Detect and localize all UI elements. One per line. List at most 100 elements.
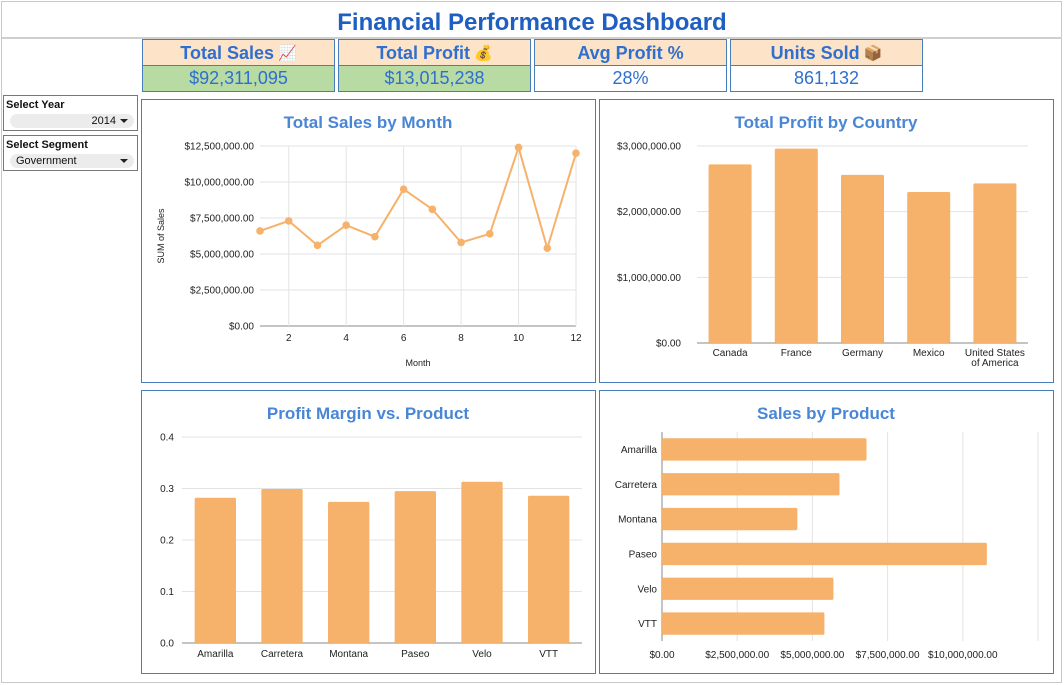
y-tick-label: 0.0 [160,639,174,650]
x-tick-label: 2 [286,333,292,344]
x-axis-label: Month [405,358,430,368]
year-select[interactable]: 2014 [10,114,134,128]
y-tick-label: Velo [638,584,658,595]
y-tick-label: $3,000,000.00 [617,142,681,153]
y-tick-label: Paseo [629,549,658,560]
data-point [486,230,494,238]
y-tick-label: 0.4 [160,433,174,444]
data-point [371,232,379,241]
x-tick-label: United States of America [965,348,1025,369]
kpi-value: $92,311,095 [143,66,334,91]
y-tick-label: Montana [618,515,657,526]
chart-increasing-icon: 📈 [278,45,297,62]
bar [194,497,236,643]
data-point [572,149,580,157]
kpi-header: Total Profit 💰 [339,40,530,66]
kpi-header: Total Sales 📈 [143,40,334,66]
dashboard-title: Financial Performance Dashboard [337,9,727,36]
dashboard-header: Financial Performance Dashboard [0,0,1064,38]
x-tick-label-line: of America [971,358,1019,369]
kpi-value: 28% [612,68,649,88]
data-point [457,238,465,247]
segment-filter: Select Segment Government [3,135,138,171]
y-tick-label: $2,000,000.00 [617,207,681,218]
data-point [399,185,408,193]
y-tick-label: VTT [638,619,657,630]
sales-by-product-chart: Sales by Product $0.00 $2,500,000.00 $5,000… [615,404,1039,661]
y-tick-label: $5,000,000.00 [190,250,254,261]
y-tick-label: $12,500,000.00 [184,142,254,153]
money-bag-icon: 💰 [473,45,493,62]
data-point [342,221,350,229]
x-tick-label: VTT [539,649,558,660]
bar [662,577,834,600]
x-tick-label-line: Mexico [913,348,945,359]
x-tick-label: 6 [401,333,407,344]
x-tick-label: Carretera [261,649,304,660]
sales-by-month-panel: Total Sales by Month $0.00 $2,500,000.00 $5… [141,99,596,383]
kpi-label: Units Sold [770,43,860,63]
chart-title: Profit Margin vs. Product [267,404,469,423]
x-tick-label-line: Canada [713,348,748,359]
y-tick-label: $0.00 [656,339,681,350]
bar [261,489,303,643]
x-tick-label-line: Germany [842,348,883,359]
bar [394,491,436,643]
x-tick-label: Montana [329,649,368,660]
kpi-header: Units Sold 📦 [731,40,922,66]
bar [328,501,370,643]
kpi-units-sold: Units Sold 📦 861,132 [730,39,923,92]
data-point [313,241,322,250]
kpi-avg-profit: Avg Profit % 28% [534,39,727,92]
x-tick-label: $0.00 [649,650,674,661]
kpi-total-sales: Total Sales 📈 $92,311,095 [142,39,335,92]
kpi-total-profit: Total Profit 💰 $13,015,238 [338,39,531,92]
x-tick-label: France [781,348,813,359]
data-point [256,227,264,235]
sales-by-month-chart: Total Sales by Month $0.00 $2,500,000.00 $5… [156,113,582,368]
chart-title: Total Profit by Country [735,113,918,132]
bar [461,481,503,643]
bar [774,148,818,343]
x-tick-label-line: France [781,348,813,359]
data-point [514,143,523,152]
profit-by-country-chart: Total Profit by Country $0.00 $1,000,000.0… [617,113,1028,369]
data-point [284,217,293,225]
y-axis-label: SUM of Sales [156,208,166,264]
segment-select-value: Government [16,155,77,167]
x-tick-label: Paseo [401,649,430,660]
bar [662,438,867,461]
bar [708,164,752,343]
bar [662,612,825,635]
profit-margin-panel: Profit Margin vs. Product 0.0 0.1 0.2 0.3 0.4… [141,390,596,674]
kpi-value: $13,015,238 [339,66,530,91]
y-tick-label: Amarilla [621,445,658,456]
segment-select[interactable]: Government [10,154,134,168]
x-tick-label: Amarilla [197,649,234,660]
year-filter: Select Year 2014 [3,95,138,131]
y-tick-label: $1,000,000.00 [617,273,681,284]
kpi-label: Total Sales [180,43,274,63]
x-tick-label: 10 [513,333,525,344]
segment-filter-label: Select Segment [6,139,88,151]
profit-by-country-panel: Total Profit by Country $0.00 $1,000,000.0… [599,99,1054,383]
x-tick-label: Velo [472,649,492,660]
chart-title: Sales by Product [757,404,895,423]
bar [840,174,885,343]
kpi-label: Total Profit [376,43,470,63]
y-tick-label: 0.1 [160,587,174,598]
kpi-header: Avg Profit % [535,40,726,66]
kpi-value: 861,132 [793,68,860,88]
y-tick-label: 0.2 [160,536,174,547]
bar [528,495,570,643]
x-tick-label: 4 [343,333,349,344]
y-tick-label: Carretera [615,480,658,491]
year-filter-label: Select Year [6,99,65,111]
x-tick-label: $7,500,000.00 [856,650,920,661]
bar [662,542,987,566]
x-tick-label: 12 [570,333,582,344]
x-tick-label: Canada [713,348,748,359]
bar [662,473,840,496]
x-tick-label: $5,000,000.00 [780,650,844,661]
x-tick-label: $2,500,000.00 [705,650,769,661]
